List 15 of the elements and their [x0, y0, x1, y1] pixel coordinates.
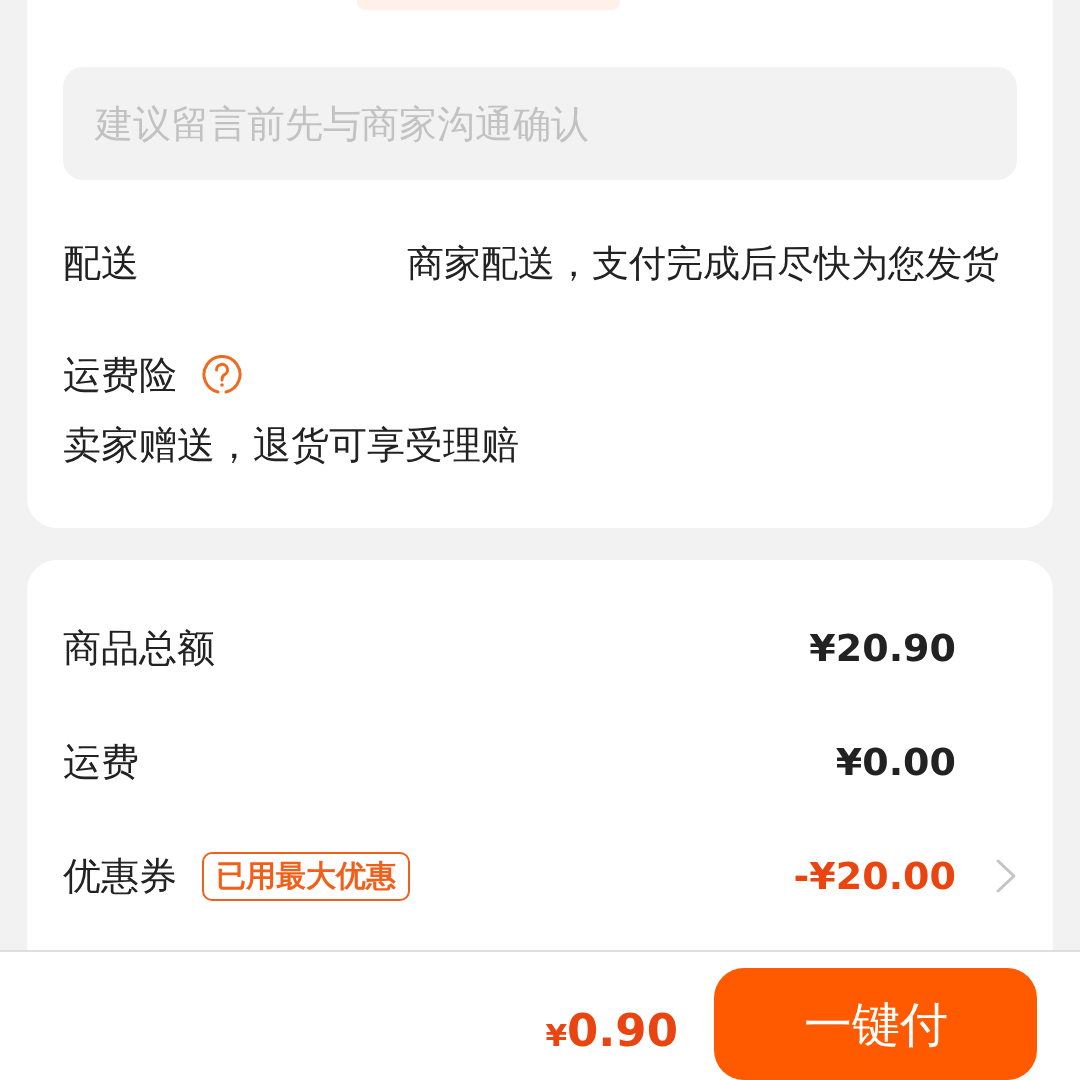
- delivery-label: 配送: [63, 244, 139, 282]
- summary-value: ¥0.00: [835, 743, 956, 781]
- summary-label: 运费: [63, 743, 139, 781]
- chevron-right-icon[interactable]: [995, 858, 1017, 894]
- summary-value: -¥20.00: [793, 857, 956, 895]
- total-price: ¥0.90: [545, 1008, 678, 1053]
- pay-button[interactable]: 一键付: [714, 968, 1037, 1080]
- summary-label: 优惠券: [63, 857, 177, 895]
- summary-value: ¥20.90: [809, 629, 956, 667]
- insurance-label: 运费险: [63, 356, 177, 394]
- coupon-tag: 已用最大优惠: [202, 851, 410, 901]
- help-icon[interactable]: [202, 355, 242, 395]
- insurance-note: 卖家赠送，退货可享受理赔: [63, 426, 519, 464]
- summary-label: 商品总额: [63, 629, 215, 667]
- delivery-value: 商家配送，支付完成后尽快为您发货: [407, 244, 999, 282]
